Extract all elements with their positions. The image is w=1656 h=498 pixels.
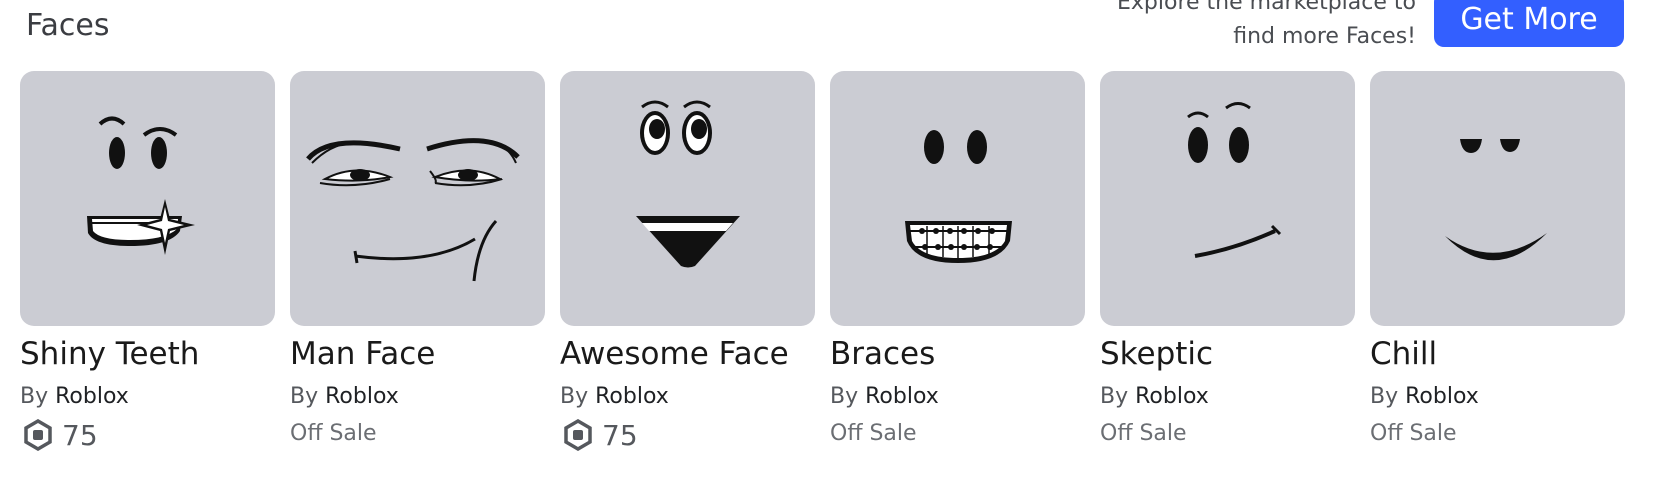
promo-line-2: find more Faces! <box>1233 24 1416 49</box>
item-creator: By Roblox <box>290 384 545 409</box>
creator-link[interactable]: Roblox <box>865 384 939 409</box>
robux-icon <box>24 419 52 451</box>
braces-face-thumbnail[interactable] <box>830 71 1085 326</box>
creator-link[interactable]: Roblox <box>595 384 669 409</box>
robux-icon <box>564 419 592 451</box>
by-label: By <box>290 384 319 409</box>
price-amount: 75 <box>602 418 638 452</box>
promo-line-1: Explore the marketplace to <box>1117 0 1416 15</box>
item-price: 75 <box>560 417 815 453</box>
item-name[interactable]: Man Face <box>290 336 545 372</box>
item-price: Off Sale <box>290 417 545 453</box>
item-name[interactable]: Braces <box>830 336 1085 372</box>
item-card-braces[interactable]: Braces By Roblox Off Sale <box>830 71 1085 453</box>
item-creator: By Roblox <box>20 384 275 409</box>
by-label: By <box>1370 384 1399 409</box>
item-name[interactable]: Shiny Teeth <box>20 336 275 372</box>
faces-grid: Shiny Teeth By Roblox 75 Man Face By Rob… <box>20 71 1625 453</box>
off-sale-label: Off Sale <box>830 420 917 446</box>
get-more-button[interactable]: Get More <box>1434 0 1624 47</box>
marketplace-promo-text: Explore the marketplace to find more Fac… <box>996 0 1416 54</box>
item-name[interactable]: Skeptic <box>1100 336 1355 372</box>
item-name[interactable]: Awesome Face <box>560 336 815 372</box>
by-label: By <box>560 384 589 409</box>
item-price: Off Sale <box>830 417 1085 453</box>
item-name[interactable]: Chill <box>1370 336 1625 372</box>
shiny-teeth-face-thumbnail[interactable] <box>20 71 275 326</box>
off-sale-label: Off Sale <box>1100 420 1187 446</box>
item-card-chill[interactable]: Chill By Roblox Off Sale <box>1370 71 1625 453</box>
section-title: Faces <box>26 8 110 43</box>
item-price: 75 <box>20 417 275 453</box>
item-card-man-face[interactable]: Man Face By Roblox Off Sale <box>290 71 545 453</box>
item-card-awesome-face[interactable]: Awesome Face By Roblox 75 <box>560 71 815 453</box>
item-creator: By Roblox <box>1100 384 1355 409</box>
creator-link[interactable]: Roblox <box>325 384 399 409</box>
by-label: By <box>830 384 859 409</box>
off-sale-label: Off Sale <box>290 420 377 446</box>
item-creator: By Roblox <box>1370 384 1625 409</box>
off-sale-label: Off Sale <box>1370 420 1457 446</box>
skeptic-face-thumbnail[interactable] <box>1100 71 1355 326</box>
item-price: Off Sale <box>1100 417 1355 453</box>
man-face-thumbnail[interactable] <box>290 71 545 326</box>
item-creator: By Roblox <box>830 384 1085 409</box>
creator-link[interactable]: Roblox <box>1135 384 1209 409</box>
creator-link[interactable]: Roblox <box>55 384 129 409</box>
awesome-face-thumbnail[interactable] <box>560 71 815 326</box>
by-label: By <box>1100 384 1129 409</box>
item-creator: By Roblox <box>560 384 815 409</box>
creator-link[interactable]: Roblox <box>1405 384 1479 409</box>
chill-face-thumbnail[interactable] <box>1370 71 1625 326</box>
item-card-skeptic[interactable]: Skeptic By Roblox Off Sale <box>1100 71 1355 453</box>
price-amount: 75 <box>62 418 98 452</box>
item-card-shiny-teeth[interactable]: Shiny Teeth By Roblox 75 <box>20 71 275 453</box>
by-label: By <box>20 384 49 409</box>
item-price: Off Sale <box>1370 417 1625 453</box>
